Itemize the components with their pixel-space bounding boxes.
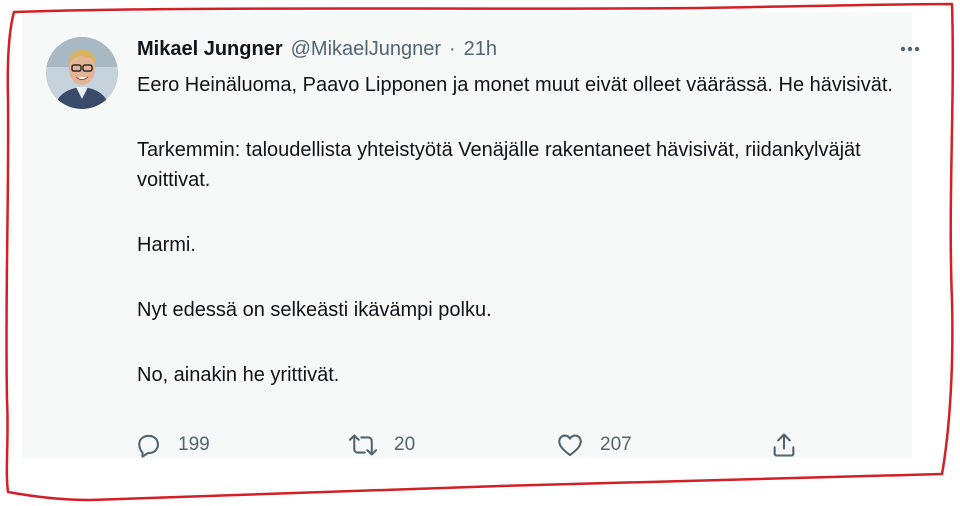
tweet-paragraph: Eero Heinäluoma, Paavo Lipponen ja monet… [137, 74, 893, 96]
retweet-count: 20 [394, 434, 416, 455]
tweet-header: Mikael Jungner @MikaelJungner · 21h [137, 36, 497, 62]
tweet-paragraph: Nyt edessä on selkeästi ikävämpi polku. [137, 299, 492, 321]
reply-icon [138, 434, 159, 458]
heart-icon [558, 434, 582, 457]
reply-count: 199 [178, 434, 210, 455]
retweet-icon [348, 434, 378, 456]
like-count: 207 [600, 434, 632, 455]
more-options-icon[interactable] [896, 38, 928, 60]
author-name[interactable]: Mikael Jungner [137, 36, 283, 62]
author-avatar[interactable] [46, 37, 118, 109]
share-button[interactable] [770, 430, 798, 460]
share-icon [773, 433, 795, 457]
tweet-card[interactable]: Mikael Jungner @MikaelJungner · 21h Eero… [22, 12, 920, 460]
retweet-button[interactable]: 20 [348, 430, 415, 460]
tweet-text: Eero Heinäluoma, Paavo Lipponen ja monet… [137, 70, 917, 425]
header-separator: · [448, 38, 456, 60]
tweet-paragraph: Tarkemmin: taloudellista yhteistyötä Ven… [137, 139, 861, 191]
tweet-paragraph: No, ainakin he yrittivät. [137, 364, 340, 386]
tweet-actions: 199 20 207 [134, 430, 814, 460]
tweet-paragraph: Harmi. [137, 234, 196, 256]
reply-button[interactable]: 199 [134, 430, 210, 460]
tweet-timestamp[interactable]: 21h [464, 36, 497, 62]
author-handle[interactable]: @MikaelJungner [291, 36, 441, 62]
like-button[interactable]: 207 [556, 430, 632, 460]
